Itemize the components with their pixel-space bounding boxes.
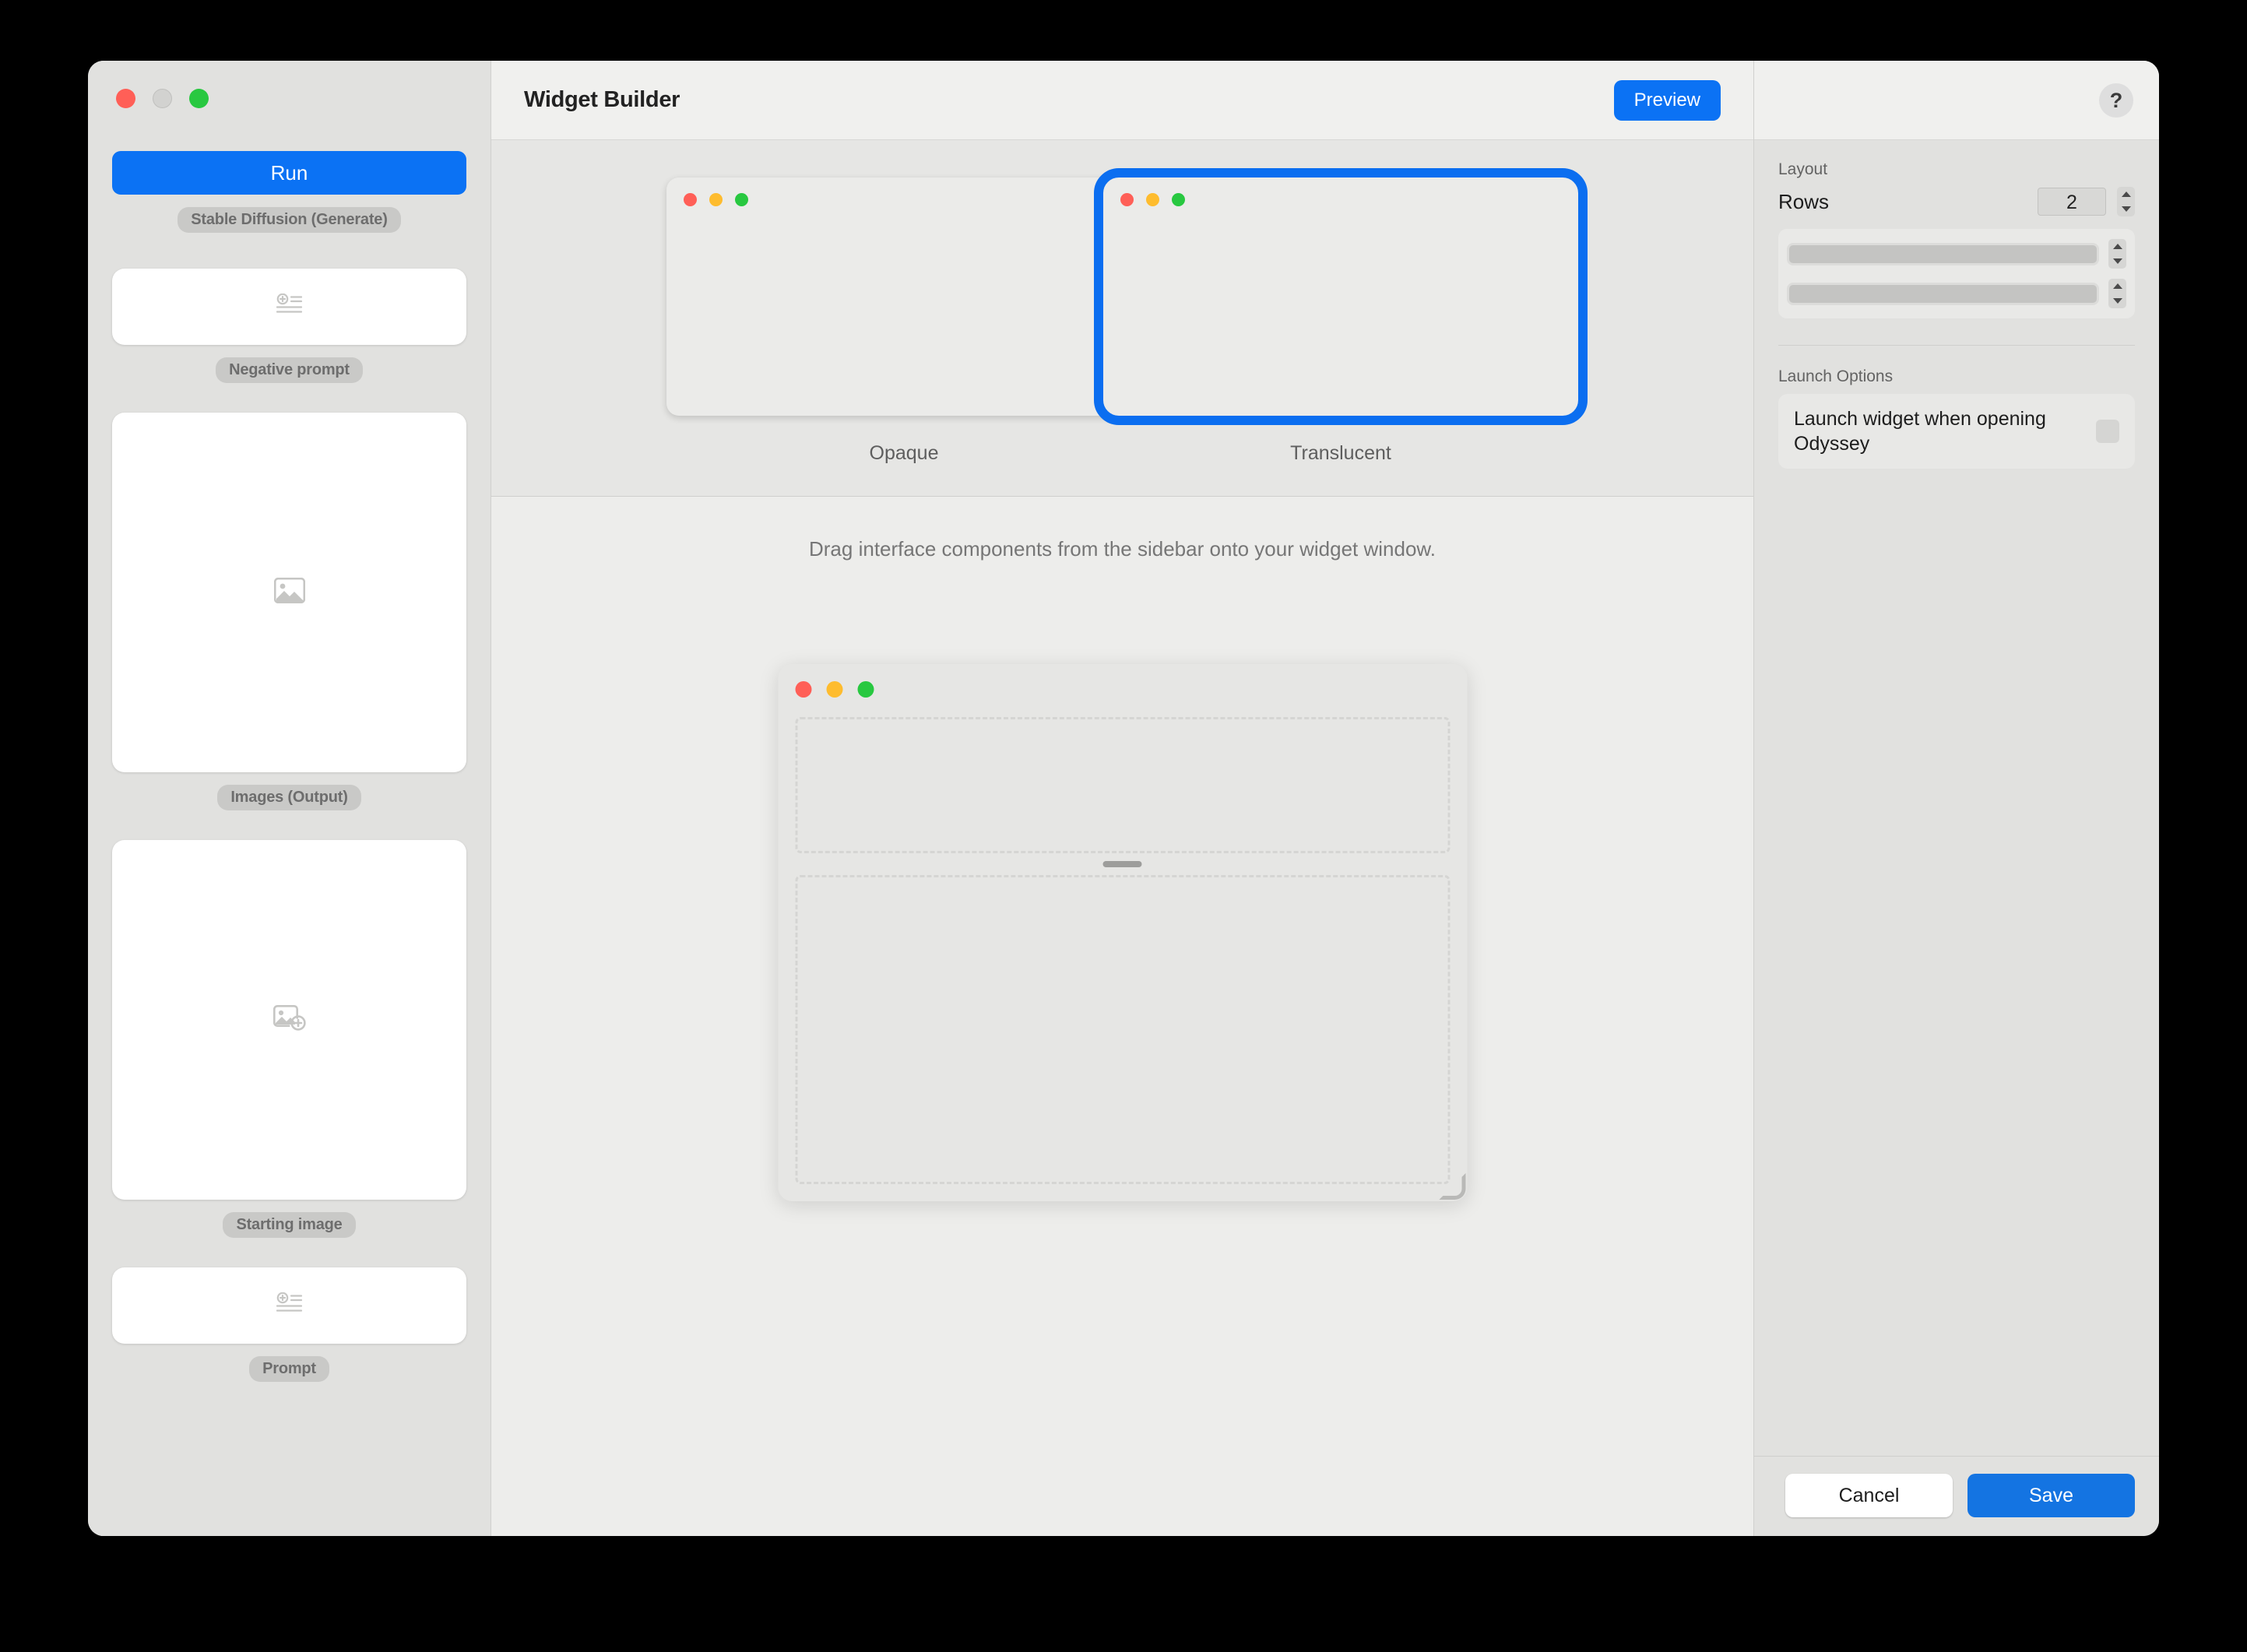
style-option-label: Translucent — [1290, 442, 1391, 464]
close-dot-icon — [795, 681, 811, 698]
style-option-translucent[interactable]: Translucent — [1094, 168, 1588, 465]
sidebar-slot-label: Negative prompt — [216, 357, 363, 383]
row-list — [1778, 229, 2135, 318]
preview-button[interactable]: Preview — [1613, 79, 1721, 121]
help-icon[interactable]: ? — [2099, 83, 2133, 118]
cancel-button[interactable]: Cancel — [1785, 1474, 1953, 1517]
grip-icon — [1102, 861, 1142, 867]
launch-on-open-label: Launch widget when opening Odyssey — [1794, 408, 2046, 455]
translucent-window-thumbnail[interactable] — [1094, 168, 1588, 425]
style-option-label: Opaque — [869, 442, 939, 464]
sidebar-slot-prompt: Prompt — [112, 1267, 466, 1382]
left-sidebar: Run Stable Diffusion (Generate) Negative… — [88, 61, 491, 1536]
widget-window-preview[interactable] — [778, 664, 1467, 1201]
text-add-icon — [276, 1292, 303, 1320]
window-resize-corner-icon[interactable] — [1439, 1173, 1465, 1200]
rows-label: Rows — [1778, 189, 1830, 213]
thumbnail-traffic-lights — [1120, 193, 1185, 206]
prompt-label-wrap: Prompt — [112, 1356, 466, 1382]
row-list-item[interactable] — [1787, 279, 2126, 308]
image-add-icon — [273, 1004, 307, 1035]
close-dot-icon — [1120, 193, 1134, 206]
rows-value-input[interactable]: 2 — [2038, 188, 2106, 216]
preview-traffic-lights — [795, 681, 874, 698]
images-output-drop-card[interactable] — [112, 413, 466, 772]
zoom-dot-icon — [735, 193, 748, 206]
sidebar-slot-starting-image: Starting image — [112, 840, 466, 1238]
launch-on-open-row[interactable]: Launch widget when opening Odyssey — [1778, 394, 2135, 469]
node-badge: Stable Diffusion (Generate) — [178, 207, 401, 233]
launch-on-open-checkbox[interactable] — [2096, 420, 2119, 443]
zoom-dot-icon — [1172, 193, 1185, 206]
sidebar-slot-images-output: Images (Output) — [112, 413, 466, 810]
negative-prompt-label-wrap: Negative prompt — [112, 357, 466, 383]
chevron-up-icon[interactable] — [2112, 283, 2122, 289]
images-output-label-wrap: Images (Output) — [112, 785, 466, 810]
sidebar-slot-label: Images (Output) — [217, 785, 361, 810]
style-option-opaque[interactable]: Opaque — [666, 178, 1141, 465]
starting-image-drop-card[interactable] — [112, 840, 466, 1200]
text-add-icon — [276, 293, 303, 321]
negative-prompt-drop-card[interactable] — [112, 269, 466, 345]
opaque-window-thumbnail[interactable] — [666, 178, 1141, 416]
sidebar-slot-label: Starting image — [223, 1212, 356, 1238]
minimize-window-button[interactable] — [153, 89, 172, 108]
row-list-item[interactable] — [1787, 239, 2126, 269]
preview-row-container — [795, 717, 1450, 1184]
sidebar-content: Run Stable Diffusion (Generate) Negative… — [88, 146, 491, 1536]
row-stepper[interactable] — [2108, 239, 2126, 269]
launch-options-section-label: Launch Options — [1778, 367, 1894, 385]
inspector-content: Layout Rows 2 Launch Options Launch widg… — [1754, 140, 2159, 1456]
image-icon — [273, 577, 305, 607]
rows-stepper[interactable] — [2117, 187, 2135, 216]
chevron-up-icon[interactable] — [2121, 192, 2131, 197]
rows-control: Rows 2 — [1778, 187, 2135, 216]
right-inspector-panel: ? Layout Rows 2 Launch Options Launch wi… — [1754, 61, 2159, 1536]
widget-builder-window: Run Stable Diffusion (Generate) Negative… — [88, 61, 2159, 1536]
layout-section-label: Layout — [1778, 160, 1828, 178]
run-button[interactable]: Run — [112, 151, 466, 195]
row-resize-handle[interactable] — [795, 853, 1450, 875]
zoom-dot-icon — [857, 681, 874, 698]
prompt-drop-card[interactable] — [112, 1267, 466, 1344]
inspector-footer: Cancel Save — [1754, 1456, 2159, 1536]
inspector-divider — [1778, 345, 2135, 346]
zoom-window-button[interactable] — [189, 89, 209, 108]
chevron-up-icon[interactable] — [2112, 244, 2122, 249]
chevron-down-icon[interactable] — [2121, 206, 2131, 212]
sidebar-slot-negative-prompt: Negative prompt — [112, 269, 466, 383]
center-column: Widget Builder Preview Opaque Translucen… — [491, 61, 1754, 1536]
row-stepper[interactable] — [2108, 279, 2126, 308]
canvas-hint-text: Drag interface components from the sideb… — [809, 537, 1436, 561]
minimize-dot-icon — [709, 193, 723, 206]
sidebar-slot-label: Prompt — [249, 1356, 329, 1382]
node-badge-wrap: Stable Diffusion (Generate) — [112, 207, 466, 233]
preview-row-dropzone[interactable] — [795, 875, 1450, 1184]
inspector-toolbar: ? — [1754, 61, 2159, 140]
preview-row-dropzone[interactable] — [795, 717, 1450, 853]
window-style-picker: Opaque Translucent — [491, 140, 1753, 497]
widget-canvas[interactable]: Drag interface components from the sideb… — [491, 497, 1753, 1536]
row-size-bar[interactable] — [1787, 282, 2099, 305]
chevron-down-icon[interactable] — [2112, 258, 2122, 264]
window-traffic-lights — [116, 89, 209, 108]
row-size-bar[interactable] — [1787, 242, 2099, 265]
minimize-dot-icon — [1146, 193, 1159, 206]
minimize-dot-icon — [826, 681, 842, 698]
close-window-button[interactable] — [116, 89, 135, 108]
page-title: Widget Builder — [524, 87, 680, 112]
builder-toolbar: Widget Builder Preview — [491, 61, 1753, 140]
thumbnail-traffic-lights — [684, 193, 748, 206]
save-button[interactable]: Save — [1967, 1474, 2135, 1517]
close-dot-icon — [684, 193, 697, 206]
starting-image-label-wrap: Starting image — [112, 1212, 466, 1238]
chevron-down-icon[interactable] — [2112, 298, 2122, 304]
